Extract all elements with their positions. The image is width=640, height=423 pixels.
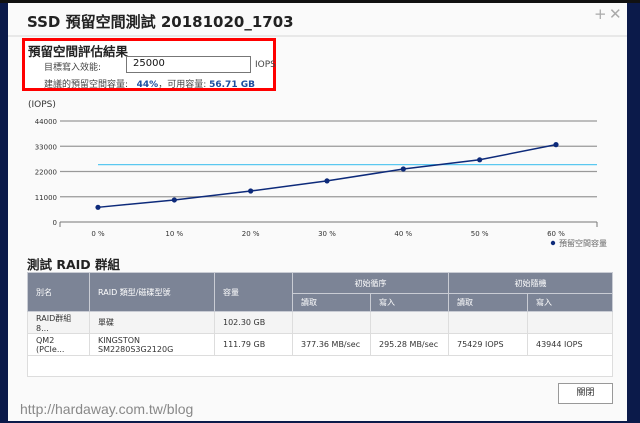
x-tick-label: 0 % bbox=[91, 230, 105, 238]
table-cell: KINGSTON SM2280S3G2120G bbox=[89, 333, 215, 356]
iops-chart: (IOPS) 0 11000 22000 33000 44000 0 % 10 % 20 % 30… bbox=[28, 100, 607, 248]
data-point[interactable] bbox=[95, 204, 101, 210]
close-button[interactable]: 關閉 bbox=[558, 383, 613, 404]
plus-icon[interactable]: + bbox=[594, 5, 607, 23]
ssd-op-test-dialog: SSD 預留空間測試 20181020_1703 + ✕ 預留空間評估結果 目標… bbox=[8, 3, 627, 421]
x-tick-label: 40 % bbox=[394, 230, 412, 238]
title-bar: SSD 預留空間測試 20181020_1703 + ✕ bbox=[8, 3, 627, 37]
watermark: http://hardaway.com.tw/blog bbox=[20, 401, 194, 417]
legend-label: 預留空間容量 bbox=[559, 238, 607, 248]
y-tick-label: 11000 bbox=[35, 194, 57, 202]
table-cell: 單碟 bbox=[89, 311, 215, 334]
raid-title: 測試 RAID 群組 bbox=[27, 257, 121, 272]
y-axis-label: (IOPS) bbox=[28, 100, 56, 110]
x-tick-label: 20 % bbox=[242, 230, 260, 238]
suggest-percent: 44% bbox=[136, 80, 159, 90]
estimate-result-box: 預留空間評估結果 目標寫入效能: 25000 IOPS 建議的預留空間容量: 4… bbox=[22, 38, 276, 91]
header-rand-write: 寫入 bbox=[527, 293, 613, 312]
table-row[interactable]: QM2 (PCIe... KINGSTON SM2280S3G2120G 111.7… bbox=[27, 333, 613, 356]
x-tick-label: 60 % bbox=[547, 230, 565, 238]
table-cell: 43944 IOPS bbox=[527, 333, 613, 356]
table-cell bbox=[370, 311, 449, 334]
target-label: 目標寫入效能: bbox=[44, 63, 102, 73]
table-cell bbox=[292, 311, 371, 334]
data-point[interactable] bbox=[171, 197, 177, 203]
table-cell: 295.28 MB/sec bbox=[370, 333, 449, 356]
table-row[interactable]: RAID群組 8... 單碟 102.30 GB bbox=[27, 311, 613, 334]
header-seq-write: 寫入 bbox=[370, 293, 449, 312]
legend-marker bbox=[550, 240, 556, 246]
table-cell: RAID群組 8... bbox=[27, 311, 90, 334]
series-line bbox=[97, 143, 557, 209]
y-tick-label: 22000 bbox=[35, 169, 57, 177]
target-unit: IOPS bbox=[255, 60, 276, 70]
suggest-sep: ，可用容量: bbox=[158, 80, 207, 90]
data-point[interactable] bbox=[553, 142, 559, 148]
empty-row bbox=[27, 355, 613, 377]
header-type: RAID 類型/磁碟型號 bbox=[89, 272, 215, 312]
dialog-title: SSD 預留空間測試 20181020_1703 bbox=[27, 13, 294, 31]
y-tick-label: 0 bbox=[53, 219, 57, 227]
x-tick-label: 30 % bbox=[318, 230, 336, 238]
x-tick-label: 50 % bbox=[471, 230, 489, 238]
header-rand-read: 讀取 bbox=[448, 293, 528, 312]
table-cell: 102.30 GB bbox=[214, 311, 293, 334]
header-alias: 別名 bbox=[27, 272, 90, 312]
table-cell: QM2 (PCIe... bbox=[27, 333, 90, 356]
data-point[interactable] bbox=[248, 188, 254, 194]
header-seq: 初始循序 bbox=[292, 272, 449, 294]
header-capacity: 容量 bbox=[214, 272, 293, 312]
x-tick-label: 10 % bbox=[165, 230, 183, 238]
y-tick-label: 44000 bbox=[35, 118, 57, 126]
header-seq-read: 讀取 bbox=[292, 293, 371, 312]
target-iops-input[interactable]: 25000 bbox=[126, 56, 251, 73]
estimate-title: 預留空間評估結果 bbox=[28, 44, 129, 59]
raid-table: 別名 RAID 類型/磁碟型號 容量 初始循序 初始隨機 讀取 寫入 讀取 寫入… bbox=[27, 272, 613, 377]
data-point[interactable] bbox=[477, 157, 483, 163]
table-cell: 111.79 GB bbox=[214, 333, 293, 356]
data-point[interactable] bbox=[400, 166, 406, 172]
suggest-line: 建議的預留空間容量: 44%，可用容量: 56.71 GB bbox=[44, 77, 255, 90]
data-point[interactable] bbox=[324, 178, 330, 184]
header-rand: 初始隨機 bbox=[448, 272, 613, 294]
table-cell: 377.36 MB/sec bbox=[292, 333, 371, 356]
suggest-capacity: 56.71 GB bbox=[209, 80, 255, 90]
close-icon[interactable]: ✕ bbox=[609, 5, 622, 23]
suggest-label: 建議的預留空間容量: bbox=[44, 80, 129, 90]
table-cell bbox=[448, 311, 528, 334]
y-tick-label: 33000 bbox=[35, 143, 57, 151]
table-cell: 75429 IOPS bbox=[448, 333, 528, 356]
table-cell bbox=[527, 311, 613, 334]
